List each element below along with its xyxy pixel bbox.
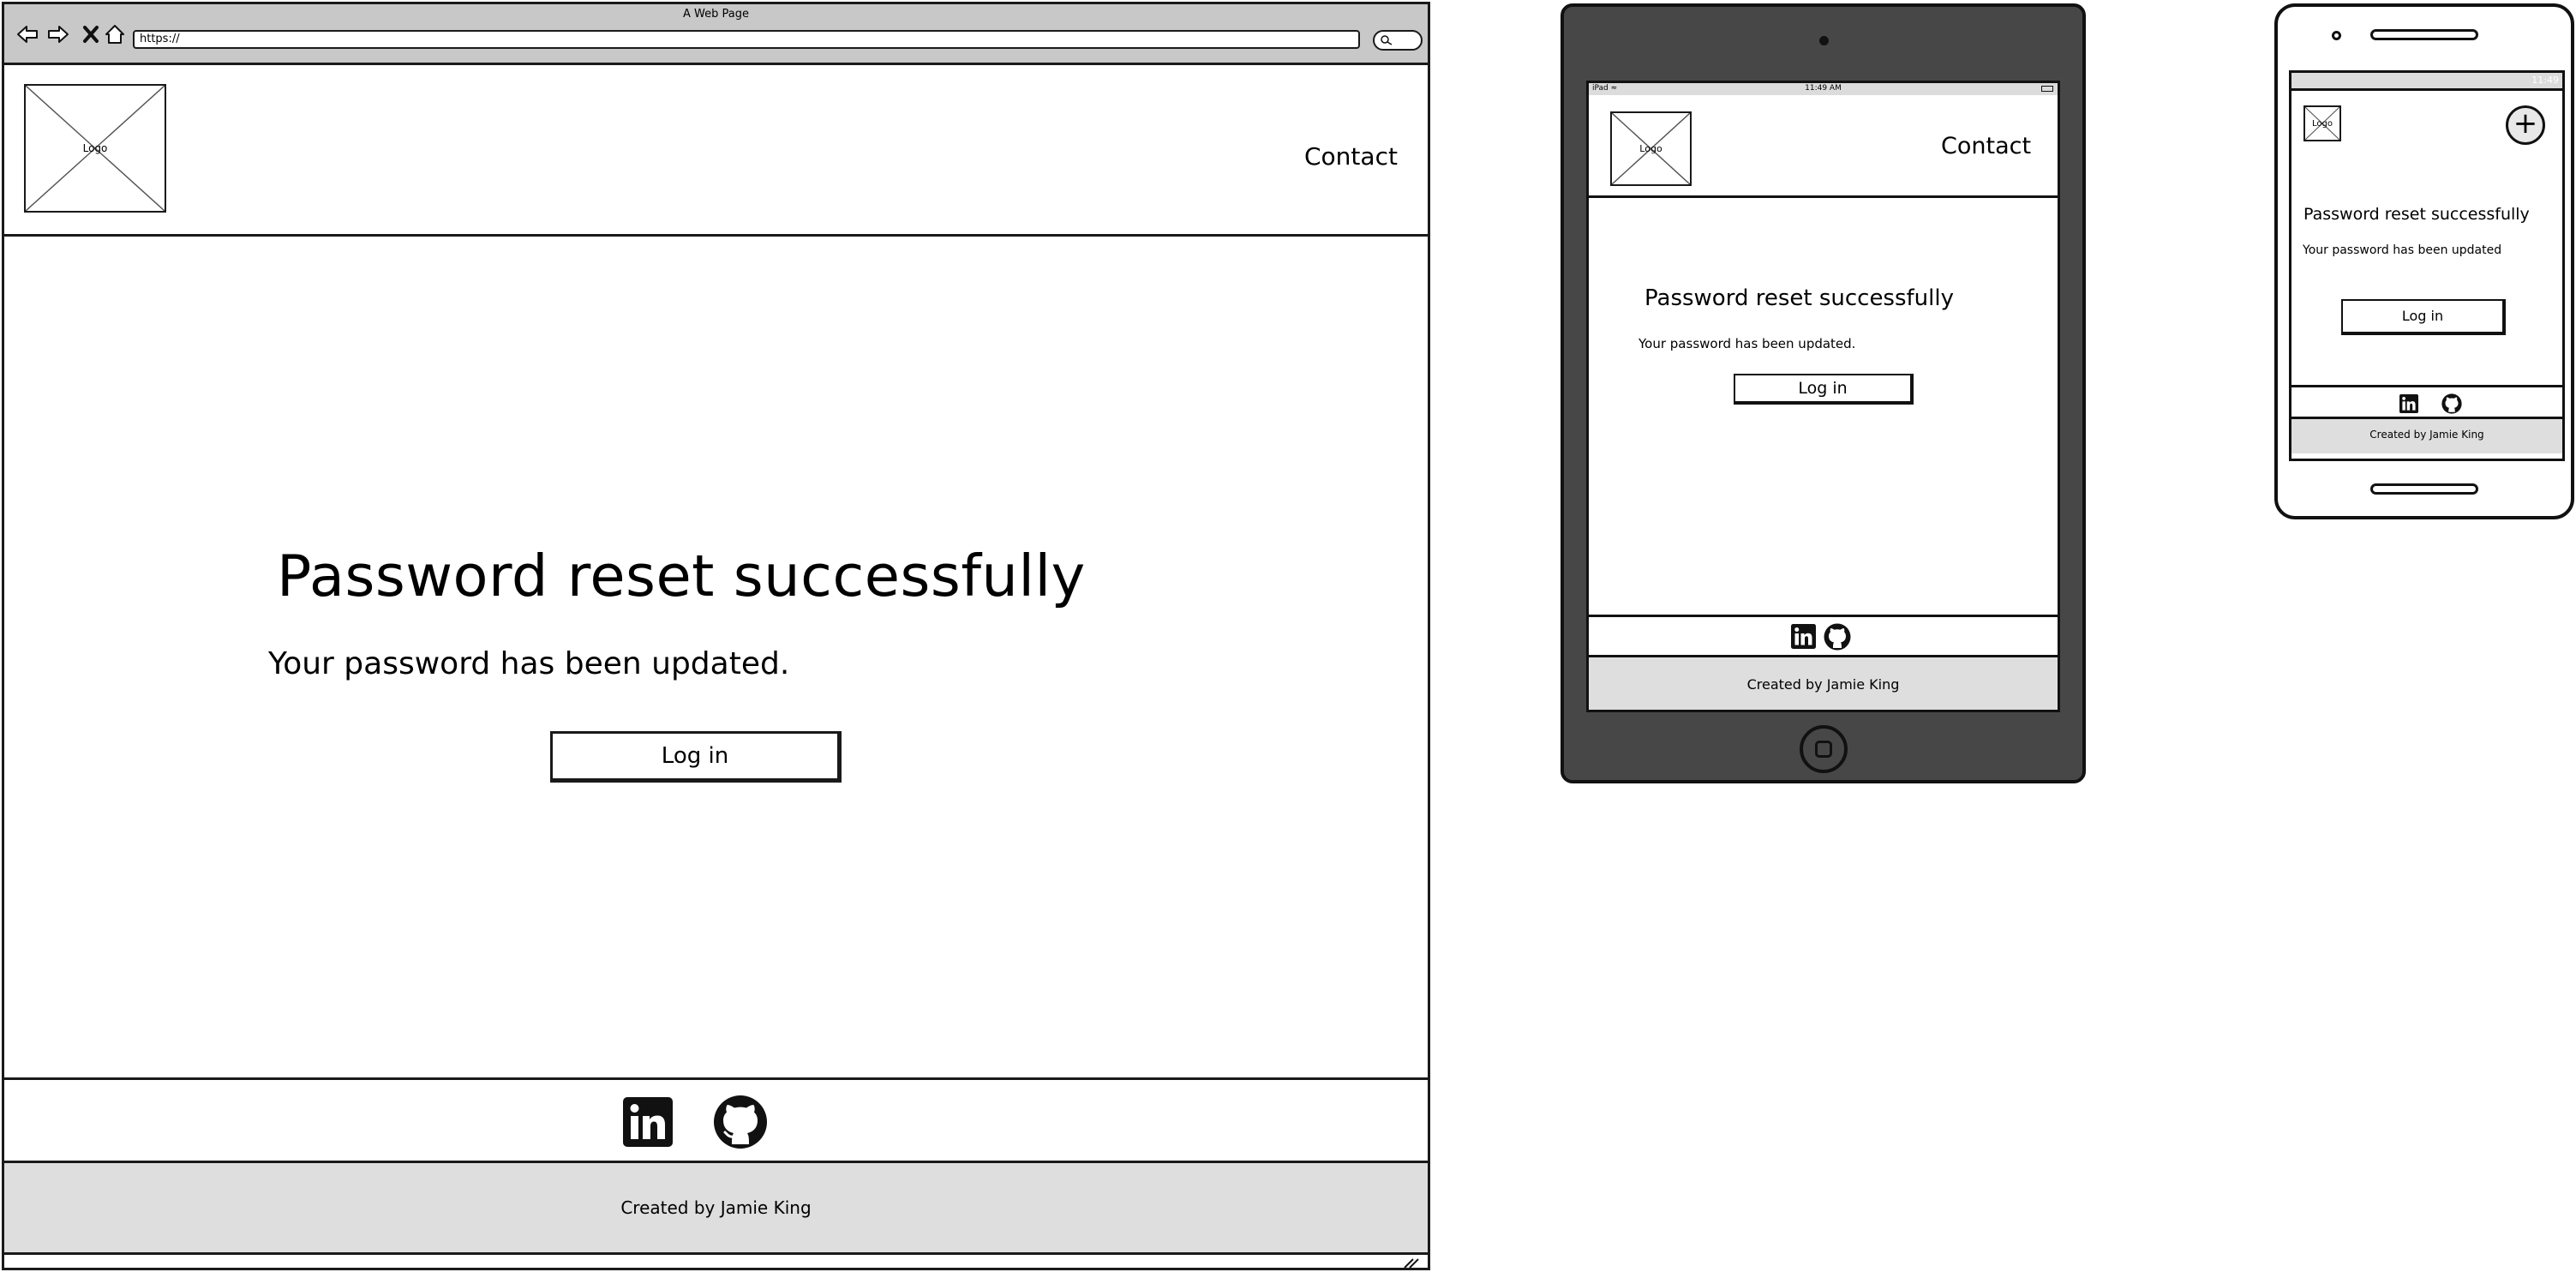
desktop-wireframe: A Web Page https:// Logo Contact Passwor…	[2, 2, 1430, 1270]
home-button[interactable]	[1800, 725, 1848, 773]
browser-chrome: A Web Page https://	[4, 4, 1428, 65]
nav-contact-link[interactable]: Contact	[1304, 142, 1398, 171]
phone-wireframe: 11:49 Logo + Password reset successfully…	[2274, 3, 2574, 519]
logo[interactable]: Logo	[2303, 105, 2341, 141]
footer-credit: Created by Jamie King	[2369, 429, 2484, 441]
site-header: Logo Contact	[4, 65, 1428, 237]
divider	[2291, 88, 2562, 91]
menu-plus-button[interactable]: +	[2506, 105, 2545, 145]
home-bar-icon	[2370, 483, 2478, 495]
phone-screen: 11:49 Logo + Password reset successfully…	[2289, 70, 2565, 461]
linkedin-icon[interactable]	[623, 1097, 673, 1147]
logo[interactable]: Logo	[1610, 111, 1692, 186]
social-bar	[1589, 615, 2058, 657]
linkedin-icon[interactable]	[2399, 394, 2418, 413]
tablet-screen: iPad ≈ 11:49 AM Logo Contact Password re…	[1586, 81, 2060, 712]
resize-handle-icon[interactable]	[1401, 1256, 1422, 1269]
status-message: Your password has been updated.	[268, 646, 790, 681]
page-title: Password reset successfully	[277, 543, 1086, 609]
home-button-icon	[1815, 741, 1832, 758]
speaker-icon	[2370, 29, 2478, 40]
arrow-right-icon[interactable]	[47, 23, 69, 45]
logo[interactable]: Logo	[24, 84, 166, 213]
page-title: Password reset successfully	[2303, 205, 2530, 224]
github-icon[interactable]	[2441, 393, 2462, 414]
status-message: Your password has been updated.	[1638, 336, 1856, 351]
arrow-left-icon[interactable]	[16, 23, 39, 45]
login-button[interactable]: Log in	[2341, 299, 2506, 335]
home-icon[interactable]	[104, 23, 126, 45]
tablet-wireframe: iPad ≈ 11:49 AM Logo Contact Password re…	[1561, 3, 2086, 783]
browser-title: A Web Page	[683, 8, 749, 21]
browser-search-button[interactable]	[1373, 30, 1423, 51]
site-footer: Created by Jamie King	[4, 1163, 1428, 1255]
linkedin-icon[interactable]	[1791, 624, 1816, 649]
battery-icon	[2041, 86, 2053, 92]
logo-label: Logo	[1639, 143, 1662, 154]
logo-label: Logo	[82, 142, 108, 154]
site-header: Logo Contact	[1589, 95, 2058, 198]
camera-icon	[2332, 31, 2341, 40]
status-bar: iPad ≈ 11:49 AM	[1589, 83, 2058, 95]
url-input[interactable]: https://	[133, 30, 1360, 49]
github-icon[interactable]	[713, 1095, 768, 1149]
social-bar	[4, 1077, 1428, 1163]
github-icon[interactable]	[1824, 623, 1851, 651]
login-button[interactable]: Log in	[1734, 374, 1914, 405]
site-footer: Created by Jamie King	[2291, 419, 2562, 453]
status-message: Your password has been updated	[2303, 243, 2502, 257]
logo-label: Logo	[2312, 119, 2333, 129]
nav-contact-link[interactable]: Contact	[1941, 133, 2031, 159]
search-icon	[1381, 35, 1393, 45]
footer-credit: Created by Jamie King	[620, 1197, 812, 1218]
site-footer: Created by Jamie King	[1589, 657, 2058, 710]
status-time: 11:49	[2531, 75, 2559, 86]
footer-credit: Created by Jamie King	[1746, 676, 1900, 693]
camera-icon	[1819, 36, 1829, 45]
status-bar: 11:49	[2291, 73, 2562, 88]
login-button[interactable]: Log in	[550, 731, 842, 783]
social-bar	[2291, 385, 2562, 419]
page-title: Password reset successfully	[1644, 285, 1954, 311]
status-time: 11:49 AM	[1805, 84, 1842, 93]
close-icon[interactable]	[80, 23, 102, 45]
